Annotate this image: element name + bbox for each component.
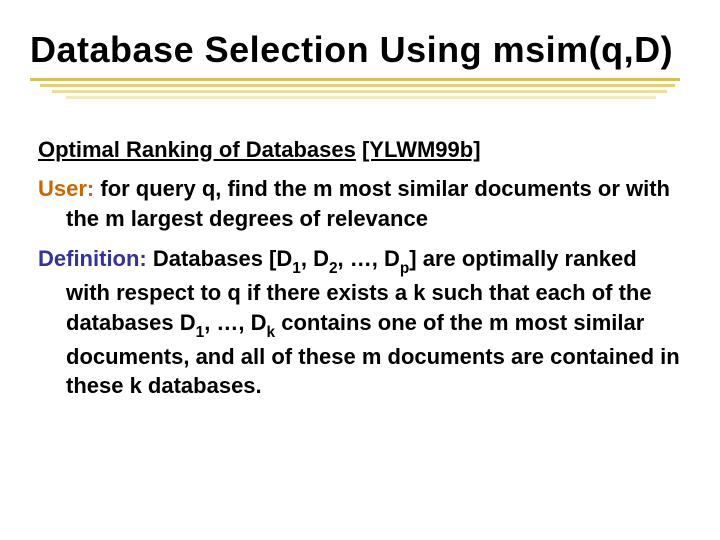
definition-sub-2: 2 [329, 260, 338, 277]
definition-sub-5: k [267, 324, 276, 341]
definition-text-2: , D [301, 246, 329, 271]
underline-stroke [52, 90, 667, 93]
underline-stroke [66, 96, 656, 99]
slide-body: Optimal Ranking of Databases [YLWM99b] U… [30, 135, 690, 402]
definition-text-3: , …, D [338, 246, 400, 271]
definition-sub-1: 1 [292, 260, 301, 277]
user-label: User: [38, 176, 94, 201]
section-heading-label: Optimal Ranking of Databases [38, 137, 356, 162]
definition-sub-4: 1 [196, 324, 205, 341]
slide-title: Database Selection Using msim(q,D) [30, 30, 690, 70]
definition-line: Definition: Databases [D1, D2, …, Dp] ar… [38, 244, 680, 401]
section-heading-ref-text: [YLWM99b] [362, 137, 481, 162]
definition-text-1: Databases [D [147, 246, 293, 271]
definition-text-5: , …, D [204, 310, 266, 335]
title-underline [30, 78, 690, 99]
slide: Database Selection Using msim(q,D) Optim… [0, 0, 720, 540]
definition-label: Definition: [38, 246, 147, 271]
underline-stroke [40, 84, 675, 87]
underline-stroke [30, 78, 680, 81]
definition-sub-3: p [400, 260, 409, 277]
section-heading: Optimal Ranking of Databases [YLWM99b] [38, 135, 680, 165]
user-text: for query q, find the m most similar doc… [66, 176, 670, 231]
user-line: User: for query q, find the m most simil… [38, 174, 680, 233]
